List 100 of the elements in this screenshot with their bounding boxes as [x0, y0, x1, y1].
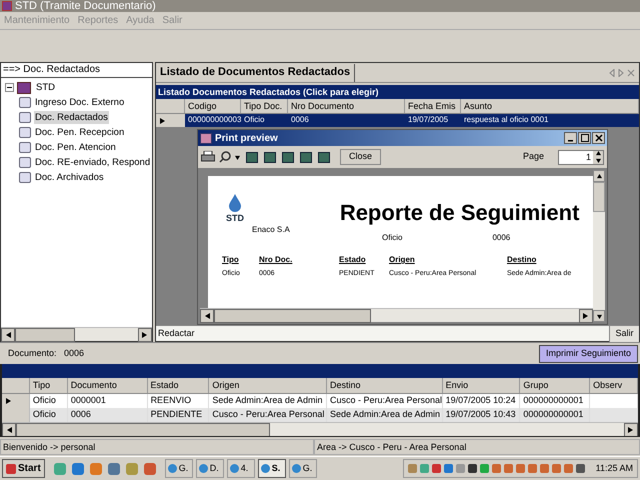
status-text: Bienvenido -> personal [0, 439, 314, 455]
page-label: Page [522, 150, 544, 164]
horizontal-scrollbar[interactable] [1, 327, 152, 341]
close-icon[interactable] [592, 132, 605, 144]
horizontal-scrollbar[interactable] [200, 308, 594, 322]
app-icon [198, 464, 208, 473]
launch-icon[interactable] [144, 462, 156, 474]
tree-item[interactable]: Doc. RE-enviado, Respond [34, 156, 152, 169]
up-arrow-icon [596, 174, 602, 178]
start-button[interactable]: Start [2, 459, 45, 478]
vertical-scrollbar[interactable] [593, 170, 605, 322]
horizontal-scrollbar[interactable] [2, 422, 638, 436]
report-column-header: Nro Doc. [259, 254, 294, 266]
tree-header: ==> Doc. Redactados [1, 63, 152, 78]
task-button[interactable]: D. [196, 459, 224, 478]
maximize-icon[interactable] [578, 132, 591, 144]
app-icon [230, 464, 239, 473]
report-column-header: Origen [389, 254, 416, 266]
left-arrow-icon [204, 313, 210, 319]
scroll-down-button[interactable] [593, 310, 605, 322]
clock: 11:25 AM [596, 462, 633, 475]
app-icon [2, 1, 12, 11]
report-title: Reporte de Seguimient [340, 199, 580, 227]
down-triangle-icon [235, 154, 240, 160]
tree-item[interactable]: Doc. Pen. Recepcion [34, 126, 126, 139]
app-icon [200, 132, 212, 144]
task-button[interactable]: S. [258, 459, 286, 478]
column-header[interactable]: Nro Documento [288, 99, 405, 113]
left-arrow-icon [5, 332, 11, 338]
printer-icon[interactable] [201, 151, 215, 163]
window-title: Print preview [215, 132, 278, 146]
document-type: Oficio [382, 232, 402, 244]
column-header[interactable]: Destino [326, 378, 443, 393]
print-tracking-button[interactable]: Imprimir Seguimiento [538, 344, 638, 362]
collapse-icon[interactable] [5, 83, 14, 92]
exit-button[interactable]: Salir [609, 326, 639, 342]
table-row[interactable]: Oficio 0000001 REENVIO Sede Admin:Area de Admin Cusco - Peru:Area Personal 19/07/2005 10:24 000000000001 [2, 394, 638, 408]
column-header[interactable]: Tipo Doc. [241, 99, 288, 113]
table-cell-text: 0006 [290, 114, 310, 126]
tree-item[interactable]: Doc. Redactados [34, 111, 109, 124]
close-button[interactable]: Close [340, 149, 382, 165]
column-header[interactable]: Origen [209, 378, 327, 393]
column-header[interactable]: Codigo [185, 99, 241, 113]
task-button[interactable]: G. [164, 459, 193, 478]
scroll-thumb[interactable] [15, 328, 76, 342]
task-button[interactable]: 4. [226, 459, 255, 478]
right-arrow-icon [583, 313, 590, 319]
table-cell-text: 19/07/2005 [407, 114, 450, 126]
scroll-right-button[interactable] [138, 328, 152, 342]
column-header[interactable]: Grupo [520, 378, 590, 393]
bottom-tab[interactable]: Redactar [156, 326, 197, 340]
company-name: Enaco S.A [252, 224, 290, 236]
page-spinner[interactable]: 1 [558, 150, 604, 164]
search-icon[interactable] [219, 151, 231, 163]
tree-item[interactable]: STD [35, 81, 56, 94]
logo-text: STD [226, 212, 244, 225]
column-header[interactable]: Envio [442, 378, 520, 393]
column-header[interactable]: Tipo [30, 378, 68, 393]
window-title: STD (Tramite Documentario) [15, 0, 156, 12]
document-label: Documento: [8, 346, 58, 360]
minimize-icon[interactable] [564, 132, 577, 144]
column-header[interactable]: Asunto [461, 99, 639, 113]
up-triangle-icon [596, 151, 600, 156]
tree-item[interactable]: Doc. Archivados [34, 171, 105, 184]
scroll-thumb[interactable] [214, 309, 372, 323]
table-cell-text: Oficio [243, 114, 266, 126]
scroll-left-button[interactable] [1, 328, 15, 342]
left-arrow-icon [6, 427, 12, 433]
launch-icon[interactable] [108, 462, 120, 474]
launch-icon[interactable] [72, 462, 84, 474]
row-header [2, 408, 30, 422]
right-arrow-icon [142, 332, 148, 338]
status-text: Area -> Cusco - Peru - Area Personal [314, 439, 640, 455]
scroll-left-button[interactable] [2, 423, 16, 437]
table-row[interactable]: Oficio 0006 PENDIENTE Cusco - Peru:Area Personal Sede Admin:Area de Admin 19/07/2005 10:43 000000000001 [2, 408, 638, 422]
scroll-right-button[interactable] [624, 423, 638, 437]
column-header[interactable]: Documento [68, 378, 148, 393]
tree-item[interactable]: Doc. Pen. Atencion [34, 141, 117, 154]
report-column-header: Tipo [222, 254, 240, 266]
tree-item[interactable]: Ingreso Doc. Externo [34, 96, 126, 109]
scroll-right-button[interactable] [579, 309, 594, 323]
scroll-thumb[interactable] [16, 423, 270, 437]
scroll-up-button[interactable] [593, 170, 605, 182]
document-value: 0006 [64, 346, 84, 360]
column-header[interactable]: Observ [590, 378, 638, 393]
water-drop-logo [228, 194, 242, 212]
down-arrow-icon [596, 314, 602, 318]
column-header[interactable]: Estado [148, 378, 210, 393]
column-header[interactable]: Fecha Emis [405, 99, 461, 113]
caret-icon[interactable] [235, 154, 240, 160]
down-triangle-icon [596, 158, 600, 163]
task-button[interactable]: G. [288, 459, 317, 478]
report-column-header: Destino [507, 254, 538, 266]
spinner-arrows-icon[interactable] [593, 150, 603, 164]
document-number: 0006 [492, 232, 510, 244]
right-arrow-icon [628, 427, 634, 433]
scroll-thumb[interactable] [593, 182, 605, 212]
table-cell-text: respuesta al oficio 0001 [463, 114, 550, 126]
scroll-left-button[interactable] [200, 309, 214, 323]
table-row[interactable]: 000000000003 Oficio 0006 19/07/2005 respuesta al oficio 0001 [156, 114, 639, 127]
